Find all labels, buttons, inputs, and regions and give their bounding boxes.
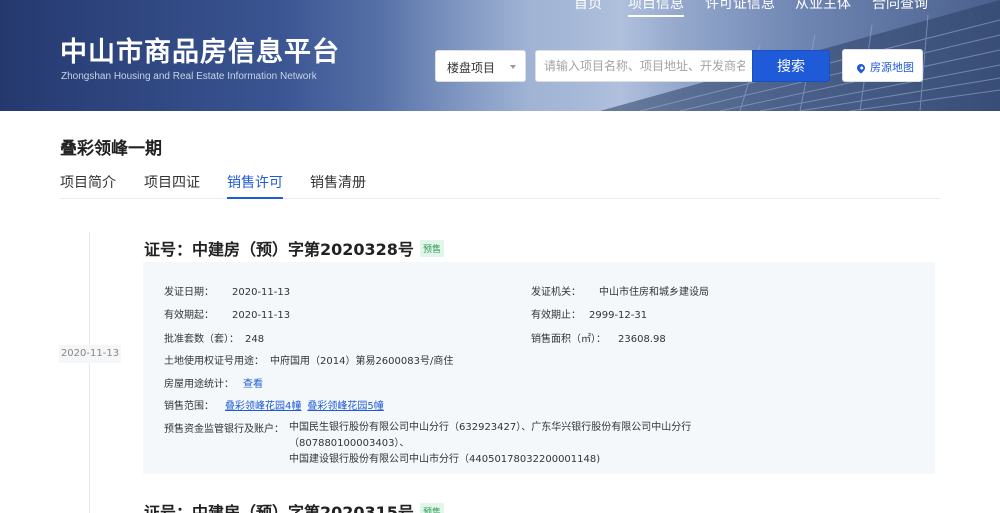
site-subtitle: Zhongshan Housing and Real Estate Inform… [61, 71, 317, 82]
field-approved-units: 批准套数（套）： 248 [164, 334, 265, 345]
status-badge-2: 预售 [419, 503, 444, 513]
certificate-heading-2: 证号：中建房（预）字第2020315号 预售 [144, 499, 444, 513]
scope-link-building-5[interactable]: 叠彩领峰花园5幢 [307, 401, 383, 412]
timeline-date: 2020-11-13 [59, 345, 121, 363]
header-banner: 中山市商品房信息平台 Zhongshan Housing and Real Es… [0, 0, 1000, 111]
nav-license-info[interactable]: 许可证信息 [705, 0, 775, 13]
field-usage-stats: 房屋用途统计： 查看 [164, 379, 263, 390]
field-valid-to: 有效期止： 2999-12-31 [531, 310, 648, 321]
field-sales-scope: 销售范围： 叠彩领峰花园4幢 叠彩领峰花园5幢 [164, 401, 384, 412]
field-land-use: 土地使用权证号用途： 中府国用（2014）第易2600083号/商住 [164, 356, 454, 367]
status-badge: 预售 [419, 240, 444, 257]
search-input[interactable] [535, 50, 753, 82]
search-type-value: 楼盘项目 [447, 61, 496, 75]
map-button-label: 房源地图 [870, 61, 914, 74]
tab-sales-permit[interactable]: 销售许可 [227, 172, 283, 199]
project-title: 叠彩领峰一期 [60, 139, 162, 159]
timeline-line [89, 232, 90, 513]
project-tabs: 项目简介 项目四证 销售许可 销售清册 [60, 172, 940, 199]
tab-project-intro[interactable]: 项目简介 [60, 172, 116, 192]
tab-sales-list[interactable]: 销售清册 [310, 172, 366, 192]
bank-line-2: 中国建设银行股份有限公司中山市分行（44050178032200001148) [289, 454, 601, 465]
search-button[interactable]: 搜索 [752, 50, 830, 82]
certificate-number: 证号：中建房（预）字第2020328号 [144, 240, 414, 259]
bank-line-1: 中国民生银行股份有限公司中山分行（632923427）、广东华兴银行股份有限公司… [289, 422, 692, 449]
field-issuer: 发证机关： 中山市住房和城乡建设局 [531, 287, 709, 298]
certificate-heading: 证号：中建房（预）字第2020328号 预售 [144, 236, 444, 260]
field-bank-label: 预售资金监管银行及账户： [164, 424, 284, 435]
field-issue-date: 发证日期： 2020-11-13 [164, 287, 291, 298]
nav-contract-query[interactable]: 合同查询 [872, 0, 928, 13]
field-bank-accounts: 中国民生银行股份有限公司中山分行（632923427）、广东华兴银行股份有限公司… [289, 420, 809, 468]
chevron-down-icon [510, 65, 516, 69]
field-sales-area: 销售面积（㎡）： 23608.98 [531, 334, 666, 345]
nav-home[interactable]: 首页 [574, 0, 602, 13]
view-usage-link[interactable]: 查看 [243, 379, 263, 390]
search-type-select[interactable]: 楼盘项目 [435, 50, 526, 82]
map-button[interactable]: 房源地图 [842, 49, 923, 82]
field-valid-from: 有效期起： 2020-11-13 [164, 310, 291, 321]
scope-link-building-4[interactable]: 叠彩领峰花园4幢 [225, 401, 301, 412]
site-title: 中山市商品房信息平台 [60, 37, 340, 68]
map-pin-icon [855, 62, 867, 74]
certificate-number-2: 证号：中建房（预）字第2020315号 [144, 503, 414, 513]
nav-project-info[interactable]: 项目信息 [628, 0, 684, 17]
tab-project-certificates[interactable]: 项目四证 [144, 172, 200, 192]
top-nav: 首页 项目信息 许可证信息 从业主体 合同查询 [0, 0, 1000, 17]
nav-practitioners[interactable]: 从业主体 [795, 0, 851, 13]
